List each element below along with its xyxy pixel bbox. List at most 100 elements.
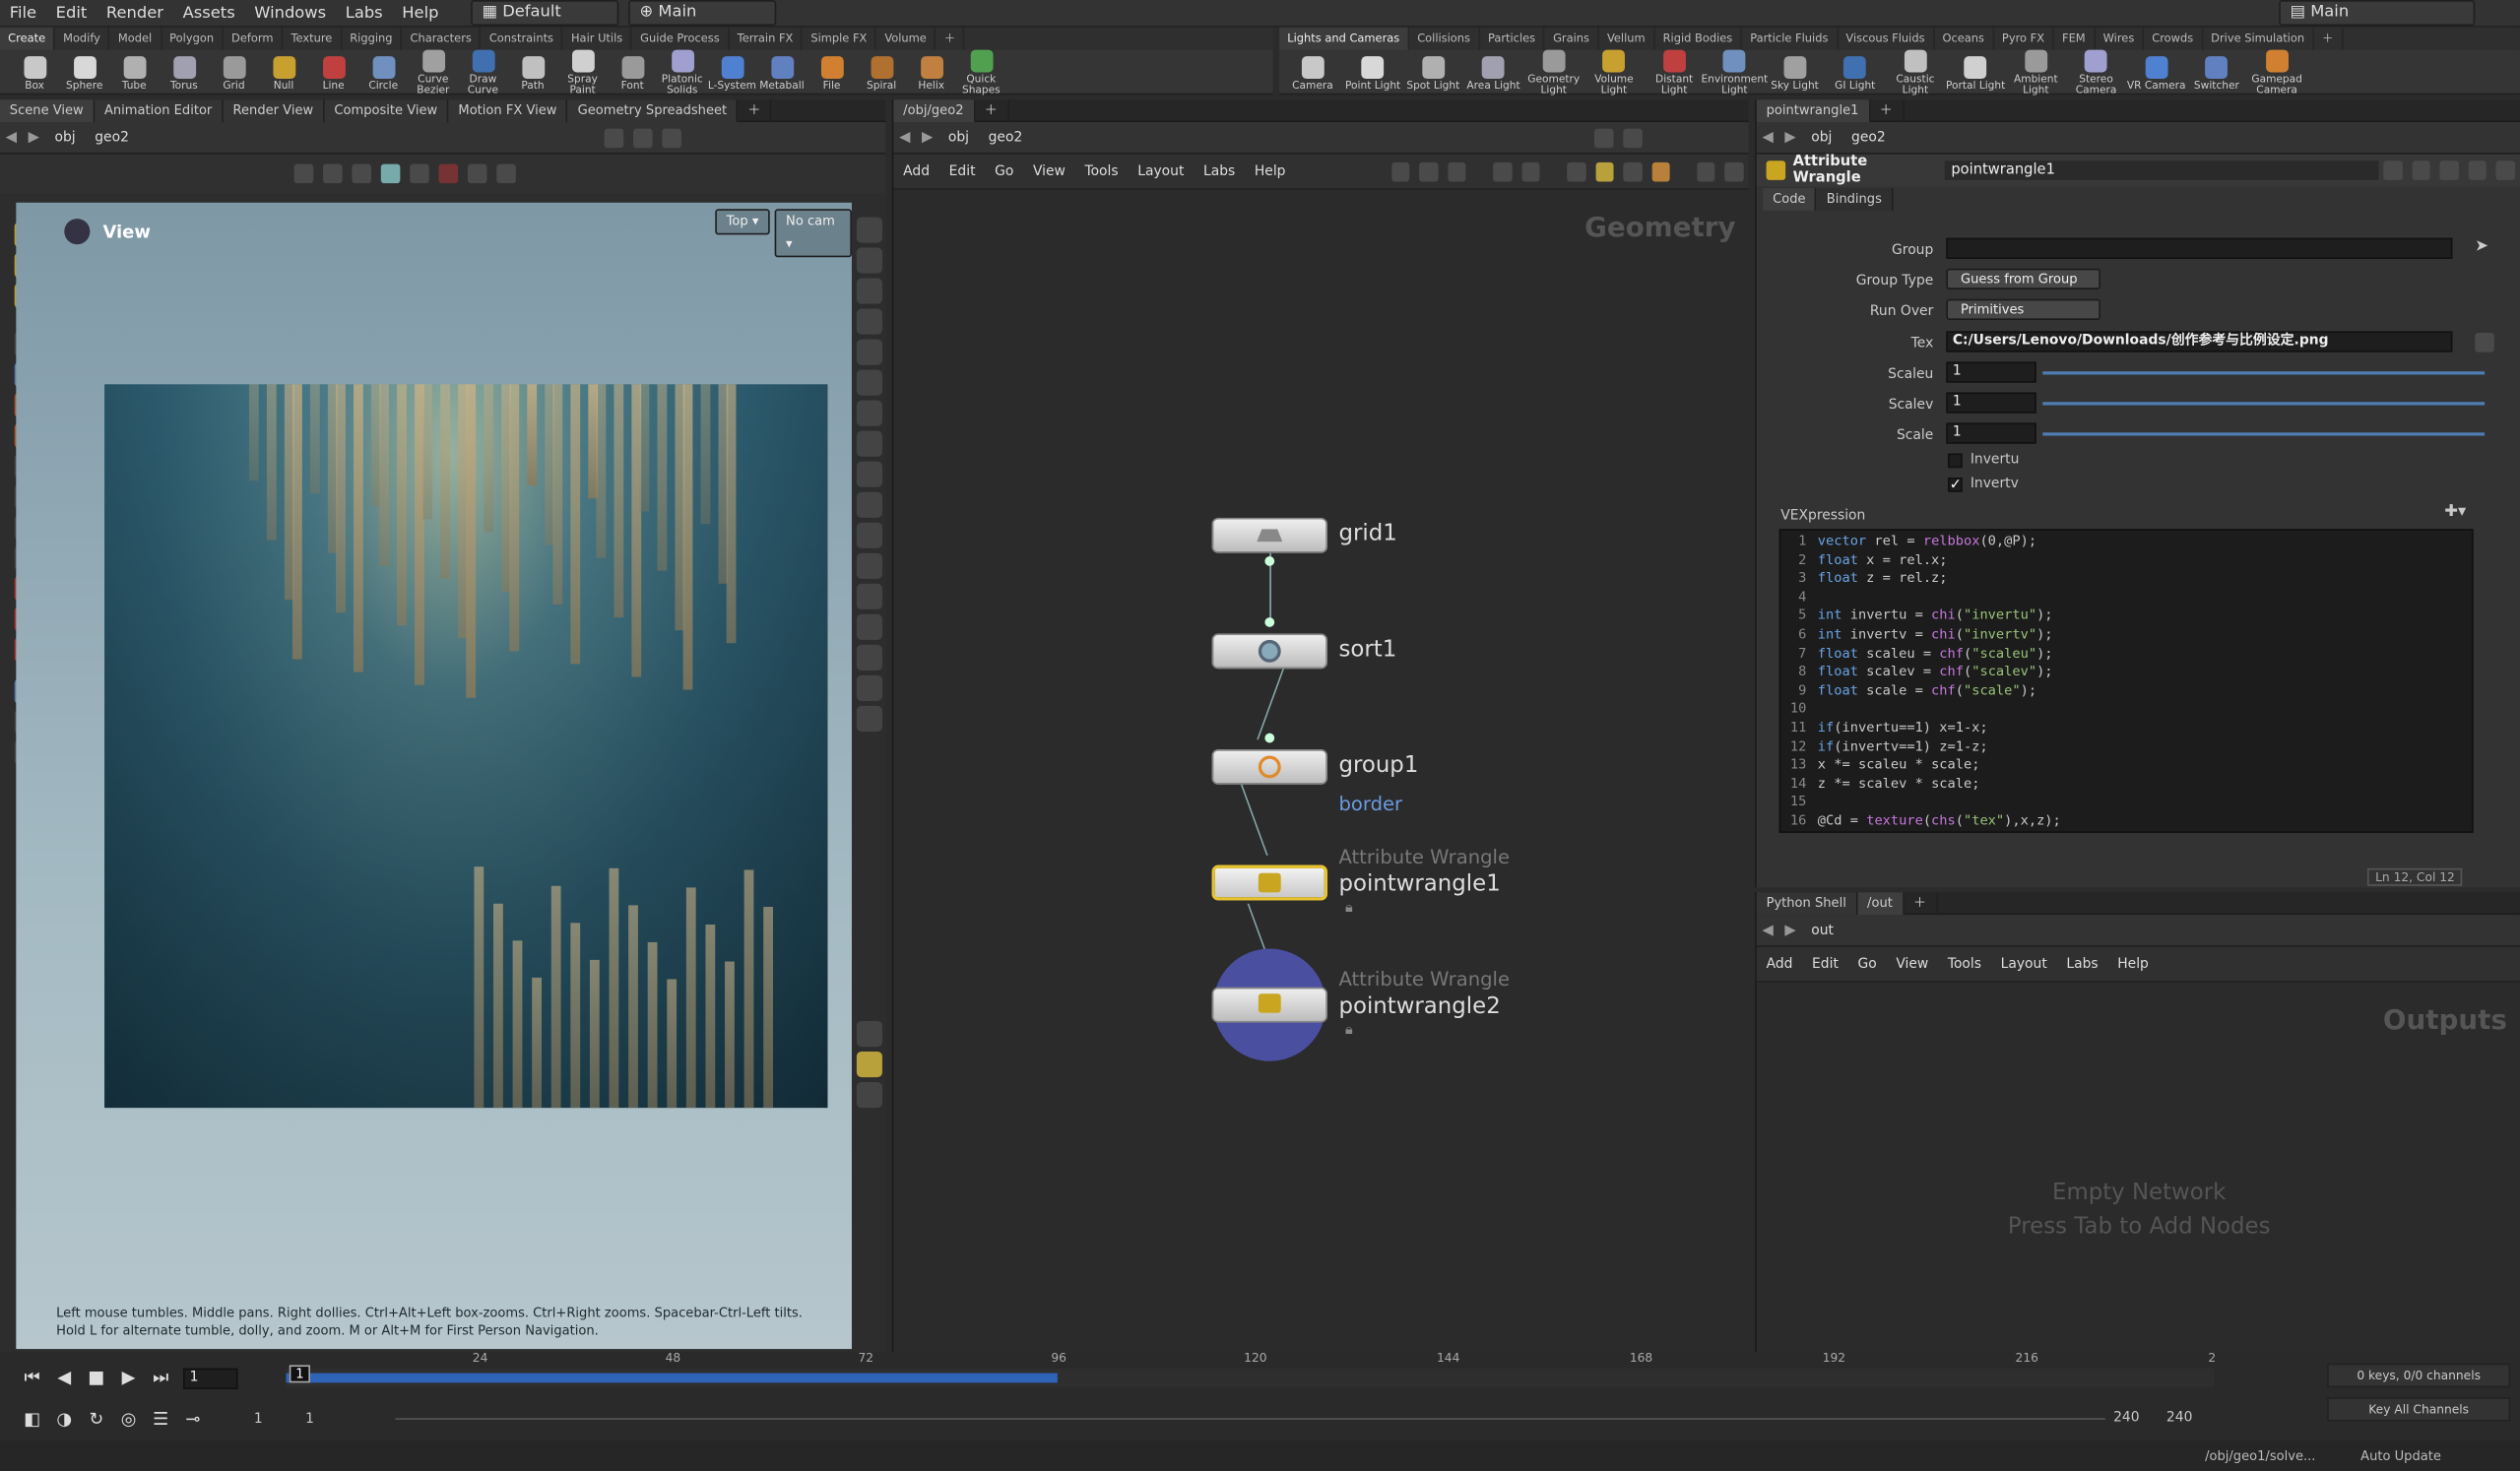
param-search-icon[interactable] bbox=[2439, 160, 2459, 180]
param-path-geo2[interactable]: geo2 bbox=[1842, 129, 2356, 145]
shelf_left-tab-5[interactable]: Texture bbox=[283, 27, 343, 50]
node-pointwrangle2-lock-icon[interactable]: 🔒︎ bbox=[1345, 1023, 1353, 1039]
scaleu-field[interactable]: 1 bbox=[1946, 361, 2036, 383]
menu-file[interactable]: File bbox=[0, 0, 46, 27]
current-frame-marker[interactable]: 1 bbox=[289, 1365, 311, 1383]
count-icon[interactable] bbox=[856, 522, 882, 548]
tab-geometry-spreadsheet[interactable]: Geometry Spreadsheet bbox=[567, 98, 739, 122]
vis-icon[interactable] bbox=[856, 217, 882, 243]
shading-icon[interactable] bbox=[410, 163, 429, 184]
shelf_right-tab-12[interactable]: Crowds bbox=[2144, 27, 2203, 50]
out-back-arrow-icon[interactable]: ◀ bbox=[1757, 919, 1779, 941]
shelf_left-tool-4[interactable]: Grid bbox=[209, 52, 259, 91]
step-back-icon[interactable]: ◀ bbox=[51, 1365, 77, 1390]
info-icon[interactable] bbox=[856, 1020, 882, 1048]
speaker-icon[interactable]: ◑ bbox=[51, 1407, 77, 1433]
menu-windows[interactable]: Windows bbox=[244, 0, 335, 27]
desktop-dropdown[interactable]: ▦ Default bbox=[471, 0, 619, 27]
settings-icon[interactable] bbox=[496, 163, 516, 184]
light-bulb-icon[interactable] bbox=[856, 339, 882, 365]
shelf_left-tool-3[interactable]: Torus bbox=[160, 52, 210, 91]
normals-icon[interactable] bbox=[856, 461, 882, 487]
shelf_right-tab-0[interactable]: Lights and Cameras bbox=[1279, 27, 1410, 50]
range-start[interactable]: 1 bbox=[254, 1412, 305, 1428]
path-geo2[interactable]: geo2 bbox=[85, 129, 599, 145]
net-path-obj[interactable]: obj bbox=[938, 129, 979, 145]
shelf_right-tool-15[interactable]: Switcher bbox=[2186, 52, 2246, 91]
shelf_left-tool-1[interactable]: Sphere bbox=[59, 52, 109, 91]
node-pointwrangle1-name[interactable]: pointwrangle1 bbox=[1338, 871, 1500, 897]
guide-icon[interactable] bbox=[856, 613, 882, 640]
ghost-icon[interactable] bbox=[856, 247, 882, 274]
back-arrow-icon[interactable]: ◀ bbox=[0, 126, 23, 149]
group-type-dropdown[interactable]: Guess from Group bbox=[1946, 268, 2101, 289]
key-icon[interactable]: ⊸ bbox=[180, 1407, 206, 1433]
menu-assets[interactable]: Assets bbox=[173, 0, 245, 27]
param-forward-arrow-icon[interactable]: ▶ bbox=[1779, 126, 1802, 149]
file-chooser-icon[interactable] bbox=[2475, 333, 2494, 352]
net-note-icon[interactable] bbox=[1595, 161, 1614, 181]
group-field[interactable] bbox=[1946, 237, 2453, 259]
net-box-icon[interactable] bbox=[1650, 161, 1670, 181]
param-path-obj[interactable]: obj bbox=[1801, 129, 1842, 145]
shelf_left-tool-19[interactable]: Quick Shapes bbox=[956, 46, 1006, 96]
node-pointwrangle2[interactable] bbox=[1211, 987, 1328, 1023]
tab-composite-view[interactable]: Composite View bbox=[324, 98, 449, 122]
shelf_left-tab-0[interactable]: Create bbox=[0, 27, 55, 50]
tab-obj-geo2[interactable]: /obj/geo2 bbox=[893, 98, 975, 122]
net-grid2-icon[interactable] bbox=[1521, 161, 1540, 181]
menu-edit[interactable]: Edit bbox=[46, 0, 97, 27]
node-sort1-input[interactable] bbox=[1264, 617, 1275, 627]
net-link-icon[interactable] bbox=[1623, 127, 1643, 148]
range-end-2[interactable]: 240 bbox=[2166, 1410, 2192, 1426]
out-menu-edit[interactable]: Edit bbox=[1802, 956, 1847, 972]
shelf_left-tab-12[interactable]: Simple FX bbox=[803, 27, 877, 50]
out-menu-help[interactable]: Help bbox=[2107, 956, 2158, 972]
pin-icon[interactable] bbox=[604, 127, 624, 148]
add-network-tab[interactable]: ＋ bbox=[975, 98, 1009, 122]
range-slider[interactable] bbox=[395, 1418, 2105, 1420]
camera-icon[interactable] bbox=[467, 163, 487, 184]
eye-icon[interactable] bbox=[856, 674, 882, 701]
shelf_left-tool-18[interactable]: Helix bbox=[906, 52, 956, 91]
help-icon[interactable] bbox=[662, 127, 681, 148]
scalev-field[interactable]: 1 bbox=[1946, 392, 2036, 414]
tab-motion-fx-view[interactable]: Motion FX View bbox=[448, 98, 568, 122]
vex-code-editor[interactable]: 1 vector rel = relbbox(0,@P); 2 float x = r… bbox=[1778, 529, 2474, 833]
node-grid1-name[interactable]: grid1 bbox=[1338, 521, 1396, 546]
shelf_right-tool-12[interactable]: Ambient Light bbox=[2006, 46, 2066, 96]
shelf_left-tool-14[interactable]: L-System bbox=[707, 52, 757, 91]
shelf_right-tool-1[interactable]: Point Light bbox=[1343, 52, 1403, 91]
menu-help[interactable]: Help bbox=[392, 0, 448, 27]
range-end[interactable]: 240 bbox=[2113, 1410, 2139, 1426]
add-tab-button[interactable]: ＋ bbox=[739, 98, 772, 122]
viewport[interactable]: View Top ▾ No cam ▾ Left mouse tumbles. … bbox=[16, 202, 852, 1350]
range-start-2[interactable]: 1 bbox=[305, 1412, 354, 1428]
background-icon[interactable] bbox=[856, 552, 882, 579]
net-menu-edit[interactable]: Edit bbox=[939, 163, 985, 179]
display-icon[interactable] bbox=[380, 163, 401, 184]
shelf_left-tool-10[interactable]: Path bbox=[508, 52, 558, 91]
shelf_left-tab-2[interactable]: Model bbox=[110, 27, 162, 50]
tab-scene-view[interactable]: Scene View bbox=[0, 98, 96, 122]
scalev-slider[interactable] bbox=[2042, 402, 2486, 406]
frame-icon[interactable] bbox=[856, 705, 882, 733]
shelf_right-tool-0[interactable]: Camera bbox=[1282, 52, 1342, 91]
loop-icon[interactable]: ↻ bbox=[84, 1407, 109, 1433]
shelf_right-tab-1[interactable]: Collisions bbox=[1409, 27, 1480, 50]
net-pin-icon[interactable] bbox=[1593, 127, 1614, 148]
scale-field[interactable]: 1 bbox=[1946, 422, 2036, 444]
net-tree-icon[interactable] bbox=[1419, 161, 1439, 181]
forward-arrow-icon[interactable]: ▶ bbox=[23, 126, 45, 149]
net-menu-labs[interactable]: Labs bbox=[1194, 163, 1245, 179]
node-group1-input[interactable] bbox=[1264, 733, 1275, 743]
menu-labs[interactable]: Labs bbox=[336, 0, 393, 27]
right-context-dropdown[interactable]: ▤ Main bbox=[2279, 0, 2476, 27]
shelf_left-tool-17[interactable]: Spiral bbox=[857, 52, 907, 91]
shelf_left-tool-6[interactable]: Line bbox=[308, 52, 358, 91]
shelf_left-tab-6[interactable]: Rigging bbox=[342, 27, 403, 50]
shelf_left-tool-0[interactable]: Box bbox=[10, 52, 60, 91]
record-icon[interactable] bbox=[438, 163, 459, 184]
tex-field[interactable]: C:/Users/Lenovo/Downloads/创作参考与比例设定.png bbox=[1946, 331, 2453, 352]
node-pointwrangle2-name[interactable]: pointwrangle2 bbox=[1338, 993, 1500, 1019]
